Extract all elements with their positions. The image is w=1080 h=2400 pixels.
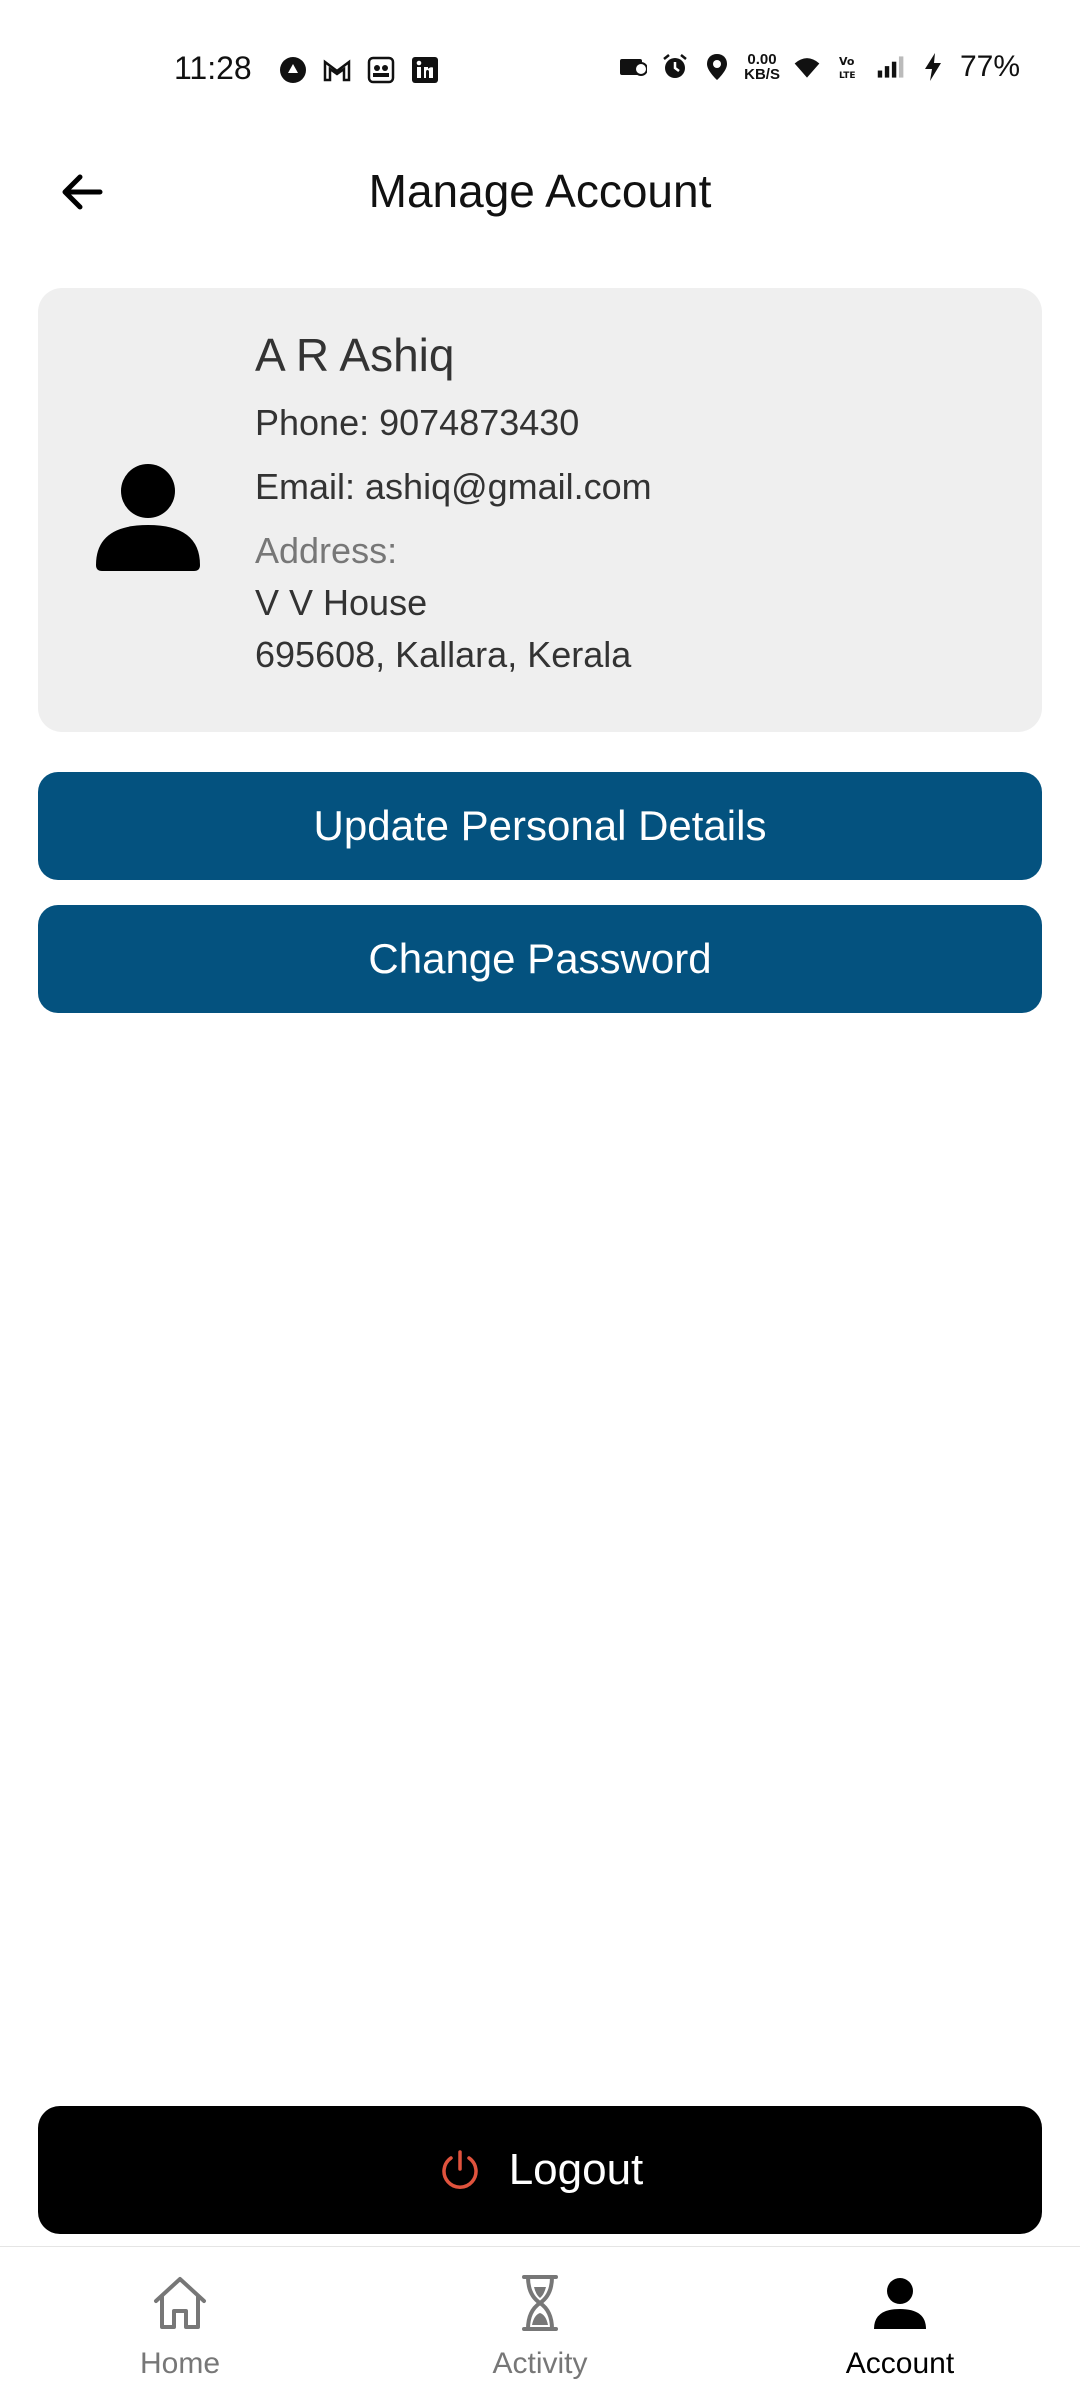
page-title: Manage Account xyxy=(368,165,712,217)
sim-card-icon xyxy=(618,52,648,82)
location-icon xyxy=(702,52,732,82)
nav-item-activity[interactable]: Activity xyxy=(360,2247,720,2400)
address-line-2: 695608, Kallara, Kerala xyxy=(255,634,632,675)
nav-label-home: Home xyxy=(139,2347,221,2380)
volte-icon: Vo LTE xyxy=(834,52,864,82)
hourglass-icon xyxy=(522,2275,558,2331)
svg-text:Vo: Vo xyxy=(839,55,855,68)
app-header: Manage Account xyxy=(0,140,1080,240)
netspeed-value: 0.00 xyxy=(747,51,777,68)
profile-info: A R Ashiq Phone: 9074873430 Email: ashiq… xyxy=(255,328,652,686)
signal-icon xyxy=(876,52,906,82)
nav-label-activity: Activity xyxy=(492,2347,588,2380)
update-personal-details-button[interactable]: Update Personal Details xyxy=(38,772,1042,880)
app-notification-icon xyxy=(278,55,308,85)
profile-name: A R Ashiq xyxy=(255,329,455,381)
nav-item-home[interactable]: Home xyxy=(0,2247,360,2400)
nav-item-account[interactable]: Account xyxy=(720,2247,1080,2400)
profile-email: Email: ashiq@gmail.com xyxy=(255,466,652,507)
notification-icons xyxy=(278,55,440,85)
network-speed: 0.00 KB/S xyxy=(744,52,780,82)
teams-icon xyxy=(366,55,396,85)
home-icon xyxy=(154,2277,206,2329)
charging-icon xyxy=(918,52,948,82)
profile-card: A R Ashiq Phone: 9074873430 Email: ashiq… xyxy=(38,288,1042,732)
netspeed-unit: KB/S xyxy=(744,66,780,83)
system-status-icons: 0.00 KB/S Vo LTE 77% xyxy=(618,50,1020,84)
person-icon xyxy=(96,464,200,571)
status-time: 11:28 xyxy=(174,50,252,86)
bottom-nav: Home Activity Account xyxy=(0,2246,1080,2400)
power-icon xyxy=(441,2150,478,2189)
change-password-button[interactable]: Change Password xyxy=(38,905,1042,1013)
status-bar: 11:28 0.00 KB/S Vo LTE 77% xyxy=(0,0,1080,140)
alarm-icon xyxy=(660,52,690,82)
linkedin-icon xyxy=(410,55,440,85)
address-line-1: V V House xyxy=(255,582,428,623)
person-icon xyxy=(874,2278,926,2329)
nav-label-account: Account xyxy=(845,2347,955,2380)
logout-button[interactable]: Logout xyxy=(38,2106,1042,2234)
battery-percent: 77% xyxy=(959,50,1020,83)
gmail-icon xyxy=(322,55,352,85)
avatar xyxy=(88,453,208,573)
logout-label: Logout xyxy=(508,2145,644,2194)
address-label: Address: xyxy=(255,530,398,571)
wifi-icon xyxy=(792,52,822,82)
profile-phone: Phone: 9074873430 xyxy=(255,402,580,443)
svg-text:LTE: LTE xyxy=(839,71,856,81)
